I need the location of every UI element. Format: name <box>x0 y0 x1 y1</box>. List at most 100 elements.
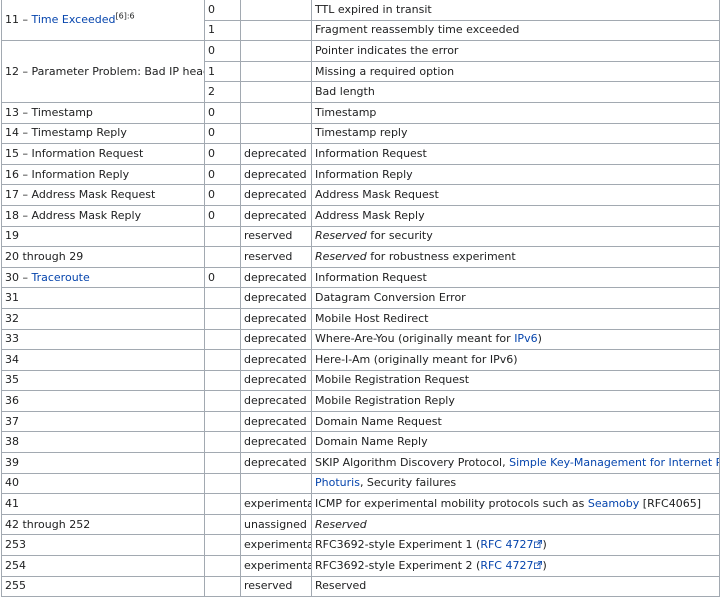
code-cell: 1 <box>204 60 241 83</box>
status-cell: deprecated <box>240 431 312 454</box>
description-link[interactable]: Seamoby <box>588 497 639 510</box>
table-row: 15 – Information Request 0 deprecated Infor… <box>1 143 720 165</box>
description-text: for robustness experiment <box>366 249 516 263</box>
status-cell <box>240 40 312 62</box>
type-label: 254 <box>5 558 26 572</box>
type-label: 253 <box>5 538 26 552</box>
status-cell: deprecated <box>240 204 312 227</box>
code-cell: 0 <box>204 184 241 206</box>
description-link[interactable]: Photuris <box>315 476 360 489</box>
type-label: 37 <box>5 414 19 428</box>
table-row: 255 reserved Reserved <box>1 575 720 598</box>
type-cell: 38 <box>1 431 205 454</box>
type-cell: 34 <box>1 349 205 371</box>
description-text: for security <box>366 229 433 243</box>
code-cell <box>204 349 241 371</box>
type-cell: 11 – Time Exceeded[6]:6 <box>1 0 205 42</box>
type-cell: 31 <box>1 287 205 309</box>
status-cell <box>240 81 312 103</box>
table-row: 41 experimental ICMP for experimental mobi… <box>1 493 720 515</box>
type-cell: 19 <box>1 225 205 248</box>
status-cell: deprecated <box>240 328 312 351</box>
code-cell: 0 <box>204 143 241 165</box>
status-cell: reserved <box>240 225 312 248</box>
code-cell <box>204 555 241 577</box>
description-cell: Timestamp reply <box>311 122 720 145</box>
type-link[interactable]: Time Exceeded <box>32 13 116 26</box>
description-text: Information Request <box>315 270 427 284</box>
type-label: 14 – Timestamp Reply <box>5 126 127 140</box>
code-cell: 0 <box>204 204 241 227</box>
table-row: 19 reserved Reserved for security <box>1 225 720 248</box>
table-row: 253 experimental RFC3692-style Experiment … <box>1 534 720 557</box>
description-cell: ICMP for experimental mobility protocols… <box>311 493 720 515</box>
code-cell <box>204 328 241 351</box>
status-cell: deprecated <box>240 410 312 433</box>
description-cell: Pointer indicates the error <box>311 40 720 62</box>
description-link[interactable]: IPv6 <box>514 332 537 345</box>
type-cell: 13 – Timestamp <box>1 101 205 124</box>
status-cell <box>240 472 312 495</box>
description-text: Timestamp <box>315 105 377 119</box>
code-cell: 2 <box>204 81 241 103</box>
type-label: 255 <box>5 579 26 593</box>
type-label: 35 <box>5 373 19 387</box>
code-cell: 0 <box>204 101 241 124</box>
code-cell: 0 <box>204 122 241 145</box>
description-cell: Reserved for security <box>311 225 720 248</box>
description-text: Address Mask Request <box>315 188 439 202</box>
type-label: 34 <box>5 352 19 366</box>
description-text: ) <box>542 538 547 552</box>
status-cell: deprecated <box>240 307 312 330</box>
table-row: 39 deprecated SKIP Algorithm Discovery Pro… <box>1 452 720 474</box>
description-text: Timestamp reply <box>315 126 408 140</box>
description-text: Bad length <box>315 85 375 99</box>
type-cell: 20 through 29 <box>1 246 205 268</box>
description-link[interactable]: RFC 4727 <box>480 538 533 551</box>
status-cell: deprecated <box>240 287 312 309</box>
status-cell: deprecated <box>240 390 312 412</box>
status-cell <box>240 101 312 124</box>
status-cell: deprecated <box>240 143 312 165</box>
description-text: Domain Name Request <box>315 414 442 428</box>
code-cell <box>204 452 241 474</box>
type-label: 38 <box>5 435 19 449</box>
type-label: 40 <box>5 476 19 490</box>
status-cell: reserved <box>240 246 312 268</box>
description-text: RFC3692-style Experiment 1 ( <box>315 538 481 552</box>
description-text: ) <box>542 558 547 572</box>
type-cell: 14 – Timestamp Reply <box>1 122 205 145</box>
description-link[interactable]: RFC 4727 <box>480 559 533 572</box>
code-cell <box>204 246 241 268</box>
description-cell: Here-I-Am (originally meant for IPv6) <box>311 349 720 371</box>
type-cell: 18 – Address Mask Reply <box>1 204 205 227</box>
code-cell: 0 <box>204 266 241 289</box>
table-row: 12 – Parameter Problem: Bad IP header 0 Po… <box>1 40 720 103</box>
description-italic: Reserved <box>315 229 367 243</box>
type-link[interactable]: Traceroute <box>32 271 90 284</box>
description-cell: SKIP Algorithm Discovery Protocol, Simpl… <box>311 452 720 474</box>
table-row: 42 through 252 unassigned Reserved <box>1 513 720 536</box>
table-row: 35 deprecated Mobile Registration Request <box>1 369 720 392</box>
type-label: 39 <box>5 455 19 469</box>
description-cell: Address Mask Reply <box>311 204 720 227</box>
type-label: 13 – Timestamp <box>5 105 93 119</box>
table-row: 17 – Address Mask Request 0 deprecated Addr… <box>1 184 720 206</box>
description-text: Reserved <box>315 579 367 593</box>
table-row: 20 through 29 reserved Reserved for robust… <box>1 246 720 268</box>
description-cell: Reserved <box>311 575 720 598</box>
description-cell: Mobile Registration Reply <box>311 390 720 412</box>
description-link[interactable]: Simple Key-Management for Internet Proto… <box>509 456 718 469</box>
table-row: 14 – Timestamp Reply 0 Timestamp reply <box>1 122 720 145</box>
description-text: SKIP Algorithm Discovery Protocol, <box>315 455 510 469</box>
description-text: [RFC4065] <box>639 497 702 511</box>
citation-ref[interactable]: [6]:6 <box>116 11 135 20</box>
description-cell: Photuris, Security failures <box>311 472 720 495</box>
description-text: Domain Name Reply <box>315 435 428 449</box>
table-row: 40 Photuris, Security failures <box>1 472 720 495</box>
description-italic: Reserved <box>315 517 367 531</box>
type-cell: 33 <box>1 328 205 351</box>
description-cell: Mobile Registration Request <box>311 369 720 392</box>
type-label: 31 <box>5 291 19 305</box>
type-number: 11 – <box>5 13 32 27</box>
